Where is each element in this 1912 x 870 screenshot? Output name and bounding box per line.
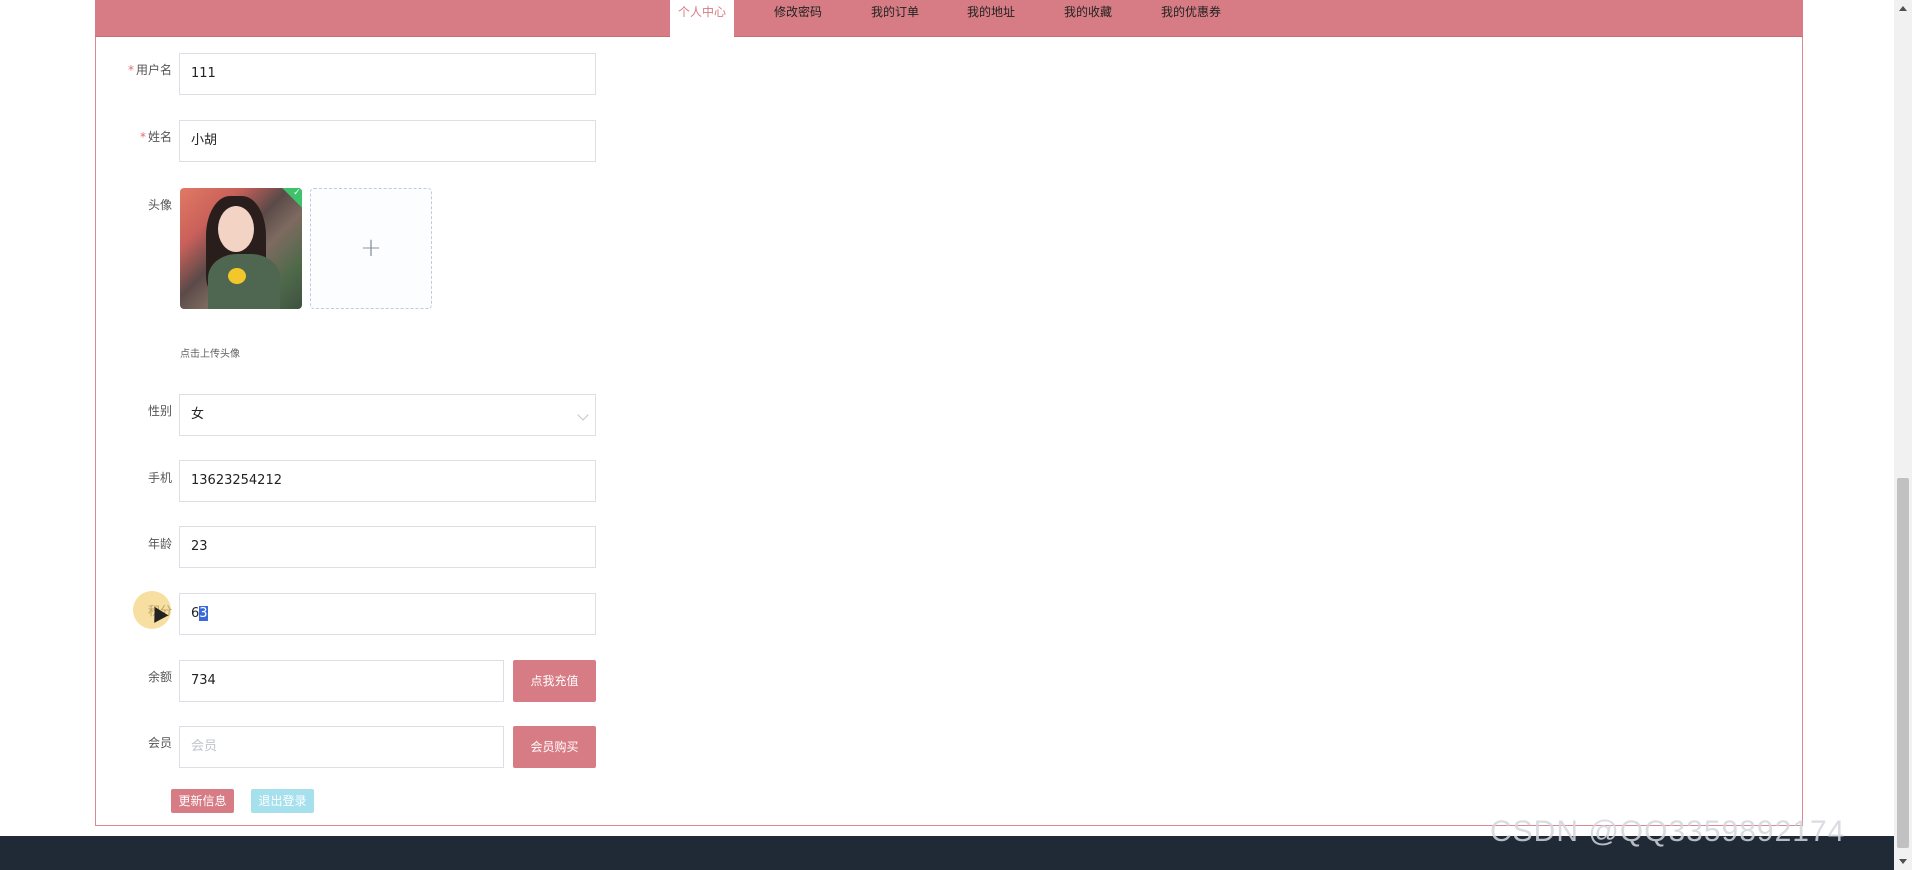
name-label: * 姓名 — [92, 128, 172, 145]
points-input[interactable]: 63 — [179, 593, 596, 635]
username-input[interactable]: 111 — [179, 53, 596, 95]
balance-input[interactable]: 734 — [179, 660, 504, 702]
update-info-button[interactable]: 更新信息 — [171, 789, 234, 813]
scrollbar-thumb[interactable] — [1897, 478, 1909, 848]
age-input[interactable]: 23 — [179, 526, 596, 568]
watermark-text: CSDN @QQ3359892174 — [1490, 815, 1846, 848]
tab-change-password[interactable]: 修改密码 — [766, 0, 830, 37]
avatar-image[interactable]: ✓ — [180, 188, 302, 309]
plus-icon: + — [360, 233, 382, 263]
member-label: 会员 — [147, 736, 172, 750]
tab-my-orders[interactable]: 我的订单 — [863, 0, 927, 37]
tab-profile[interactable]: 个人中心 — [670, 0, 734, 37]
vertical-scrollbar[interactable] — [1894, 0, 1912, 870]
username-label: * 用户名 — [92, 61, 172, 78]
age-label: 年龄 — [147, 537, 172, 551]
phone-input[interactable]: 13623254212 — [179, 460, 596, 502]
member-input[interactable]: 会员 — [179, 726, 504, 768]
gender-label: 性别 — [147, 404, 172, 418]
required-mark: * — [127, 63, 134, 77]
upload-hint: 点击上传头像 — [180, 349, 240, 360]
tab-my-favorites[interactable]: 我的收藏 — [1056, 0, 1120, 37]
upload-avatar-button[interactable]: + — [310, 188, 432, 309]
gender-value: 女 — [191, 407, 205, 422]
scroll-down-icon[interactable] — [1899, 859, 1907, 864]
top-nav: 个人中心 修改密码 我的订单 我的地址 我的收藏 我的优惠券 — [95, 0, 1803, 37]
chevron-down-icon — [577, 409, 589, 421]
name-input[interactable]: 小胡 — [179, 120, 596, 162]
name-label-text: 姓名 — [147, 130, 172, 144]
avatar-label: 头像 — [147, 198, 172, 212]
tab-my-coupons[interactable]: 我的优惠券 — [1153, 0, 1229, 37]
phone-label: 手机 — [147, 471, 172, 485]
gender-select[interactable]: 女 — [179, 394, 596, 436]
check-icon: ✓ — [282, 188, 302, 208]
points-value-selected: 3 — [199, 606, 208, 621]
required-mark: * — [139, 130, 146, 144]
scroll-up-icon[interactable] — [1899, 6, 1907, 11]
username-label-text: 用户名 — [135, 63, 172, 77]
logout-button[interactable]: 退出登录 — [251, 789, 314, 813]
buy-membership-button[interactable]: 会员购买 — [513, 726, 596, 768]
tab-my-address[interactable]: 我的地址 — [959, 0, 1023, 37]
recharge-button[interactable]: 点我充值 — [513, 660, 596, 702]
balance-label: 余额 — [147, 670, 172, 684]
